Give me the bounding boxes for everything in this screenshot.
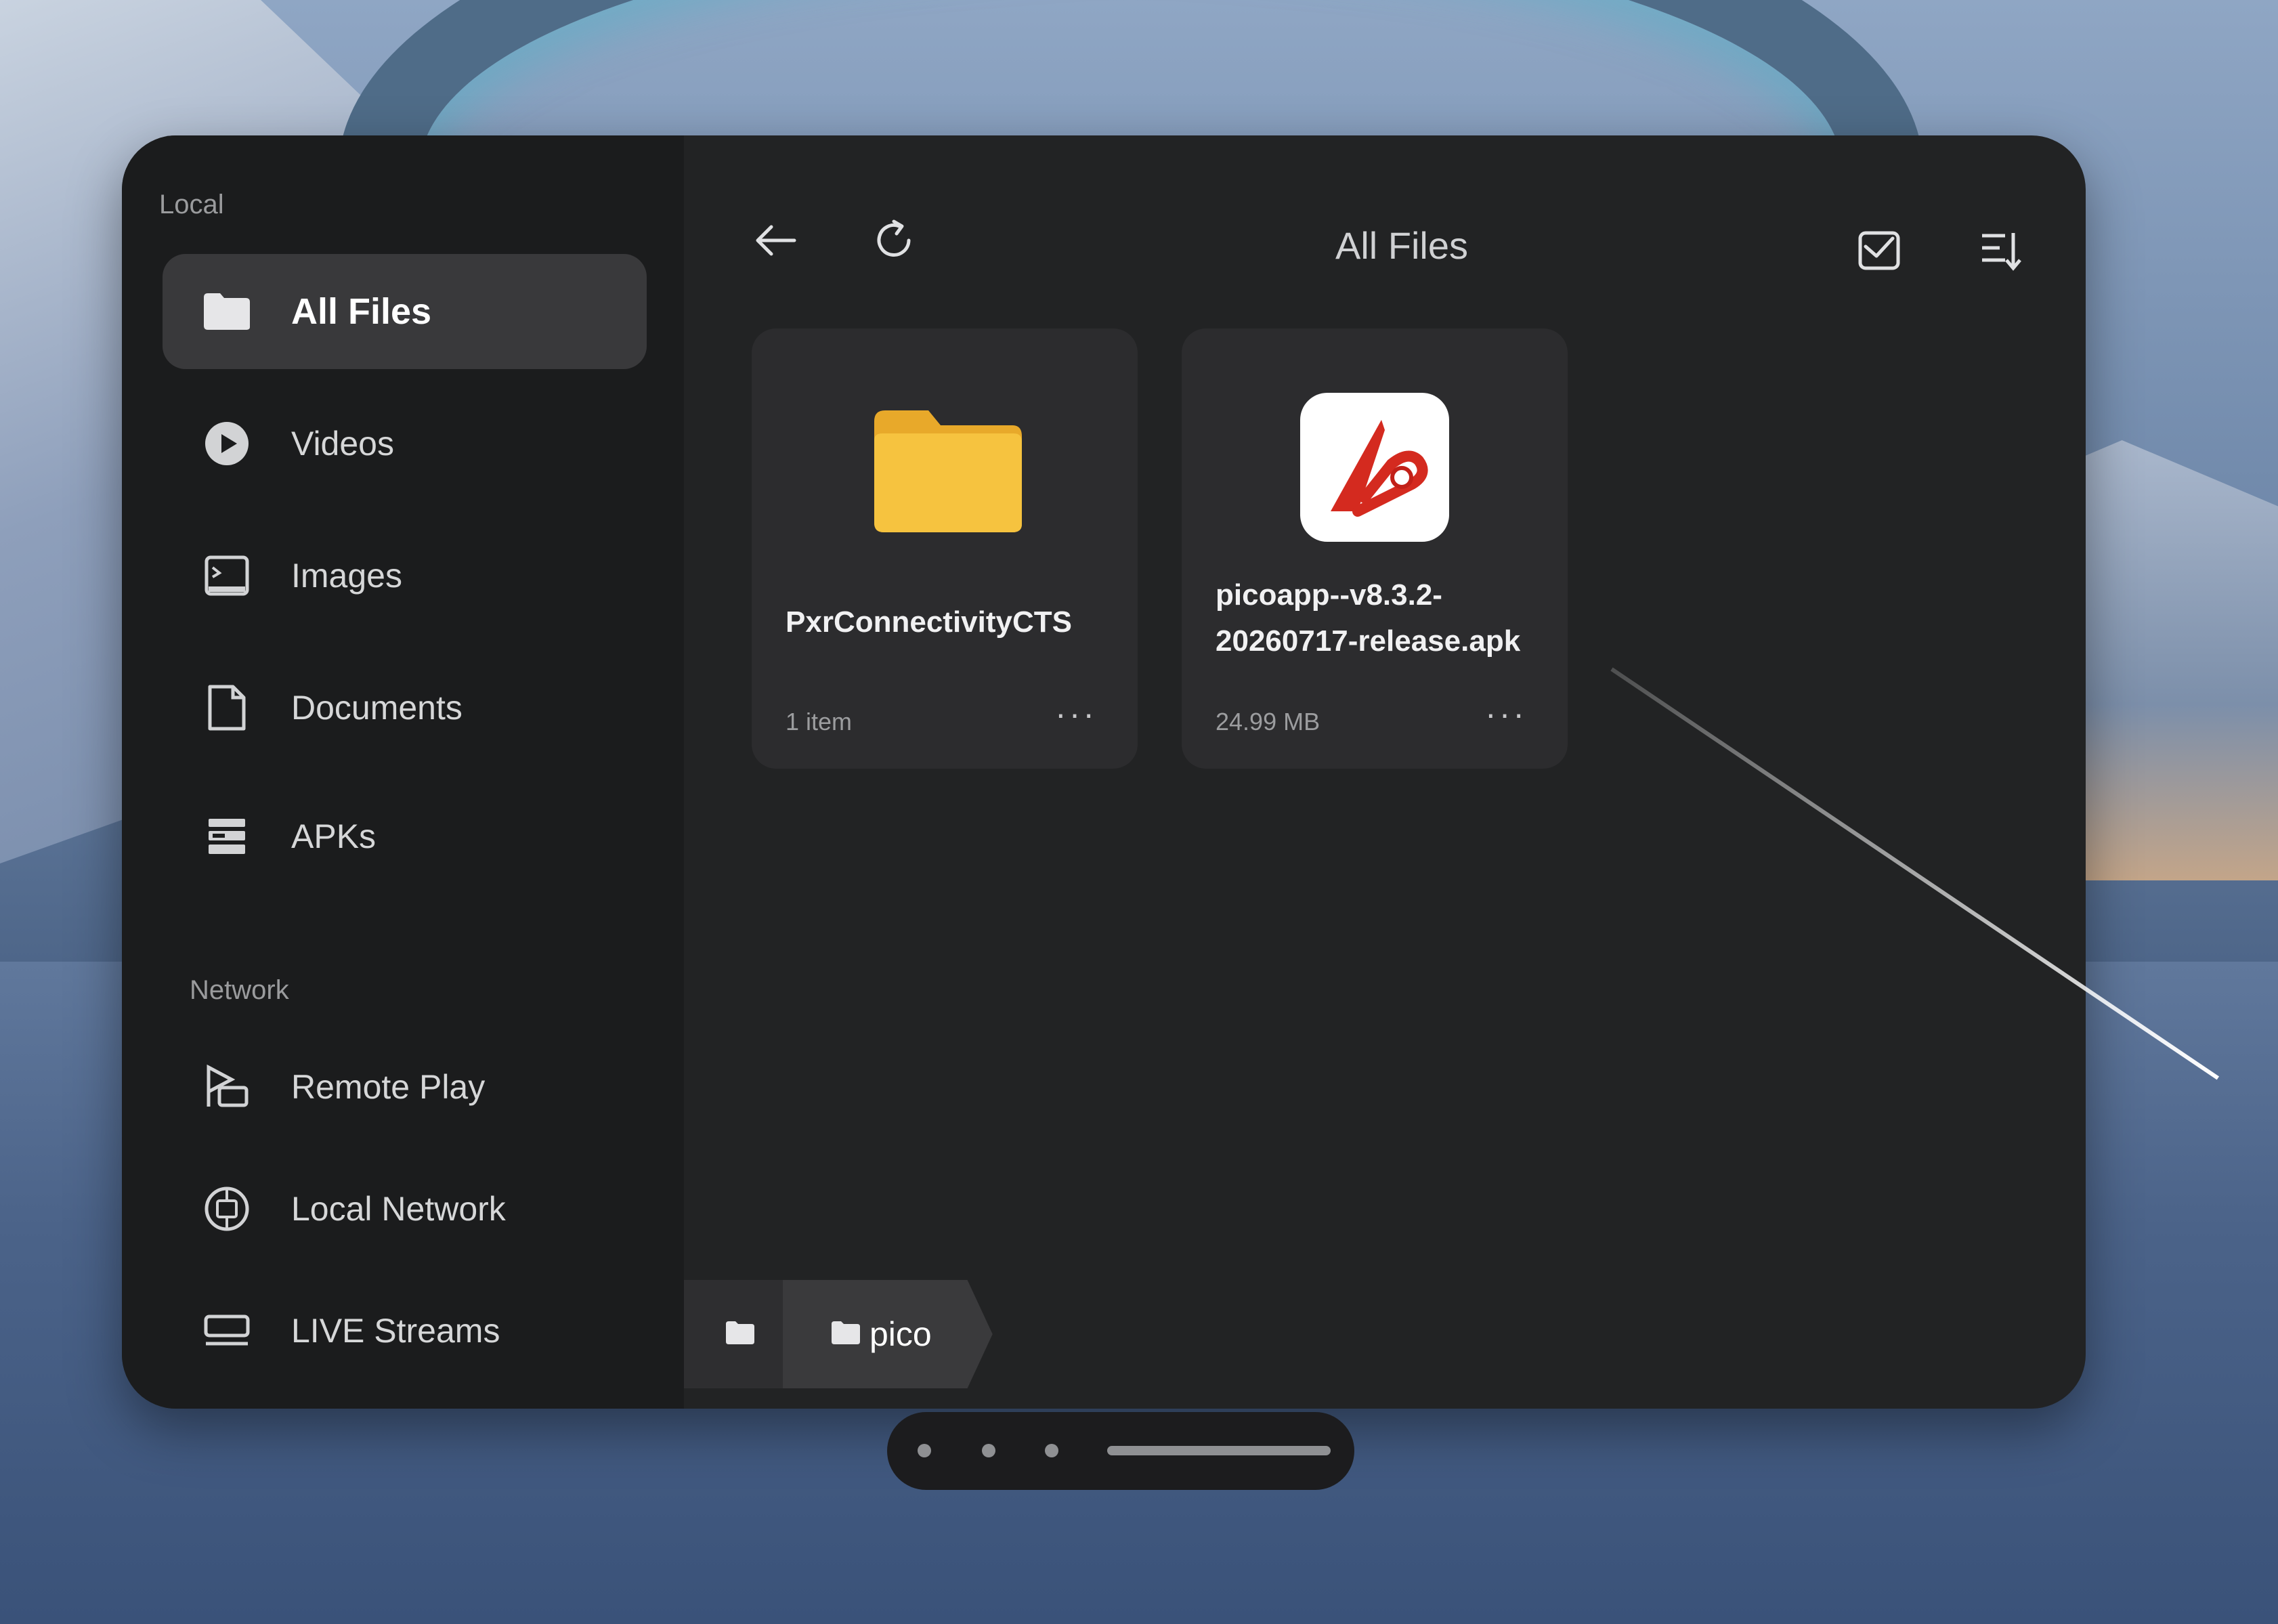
- sidebar-item-label: Local Network: [291, 1190, 506, 1228]
- refresh-icon[interactable]: [863, 210, 924, 271]
- arrow-left-icon[interactable]: [745, 210, 806, 271]
- folder-icon: [196, 281, 257, 342]
- file-card-folder[interactable]: PxrConnectivityCTS 1 item ···: [752, 328, 1138, 769]
- file-name: picoapp--v8.3.2-20260717-release.apk: [1216, 578, 1521, 658]
- local-network-icon: [196, 1178, 257, 1239]
- folder-icon: [870, 406, 1026, 538]
- sidebar-item-documents[interactable]: Documents: [163, 650, 647, 765]
- breadcrumb-label: pico: [869, 1315, 932, 1353]
- breadcrumb: pico: [684, 1280, 993, 1388]
- file-meta: 24.99 MB: [1216, 708, 1320, 735]
- image-icon: [196, 545, 257, 606]
- remote-play-icon: [196, 1056, 257, 1117]
- sidebar-item-local-network[interactable]: Local Network: [163, 1151, 647, 1266]
- document-icon: [196, 677, 257, 738]
- sidebar-item-label: Documents: [291, 689, 463, 727]
- section-label-network: Network: [190, 975, 289, 1005]
- file-name: PxrConnectivityCTS: [786, 605, 1072, 639]
- sidebar-item-images[interactable]: Images: [163, 518, 647, 633]
- sidebar-item-all-files[interactable]: All Files: [163, 254, 647, 369]
- folder-icon: [725, 1315, 756, 1354]
- page-title: All Files: [1335, 224, 1469, 267]
- sidebar-item-label: LIVE Streams: [291, 1312, 500, 1350]
- window-control-bar[interactable]: [887, 1412, 1354, 1490]
- pager-dot: [1045, 1444, 1058, 1457]
- select-mail-icon[interactable]: [1849, 220, 1910, 281]
- sidebar-item-apks[interactable]: APKs: [163, 779, 647, 894]
- sidebar: Local All Files Videos Images Documents: [122, 135, 684, 1409]
- breadcrumb-root[interactable]: [684, 1280, 796, 1388]
- play-circle-icon: [196, 413, 257, 474]
- breadcrumb-pico[interactable]: pico: [783, 1280, 993, 1388]
- live-streams-icon: [196, 1300, 257, 1361]
- file-meta: 1 item: [786, 708, 853, 735]
- sidebar-item-videos[interactable]: Videos: [163, 386, 647, 501]
- more-options-button[interactable]: ···: [1485, 694, 1527, 733]
- file-card-apk[interactable]: picoapp--v8.3.2-20260717-release.apk 24.…: [1182, 328, 1568, 769]
- apk-stack-icon: [196, 806, 257, 867]
- sidebar-item-label: Videos: [291, 425, 394, 463]
- section-label-local: Local: [159, 190, 224, 219]
- pager-dot: [982, 1444, 995, 1457]
- window-grab-handle[interactable]: [1107, 1446, 1331, 1455]
- sidebar-item-label: APKs: [291, 817, 377, 855]
- main-content: All Files PxrConnectivityCTS 1 item ··· …: [684, 135, 2086, 1409]
- more-options-button[interactable]: ···: [1055, 694, 1097, 733]
- folder-icon: [830, 1315, 861, 1354]
- pager-dot: [918, 1444, 931, 1457]
- sidebar-item-live-streams[interactable]: LIVE Streams: [163, 1273, 647, 1388]
- sidebar-item-remote-play[interactable]: Remote Play: [163, 1029, 647, 1145]
- sidebar-item-label: Remote Play: [291, 1068, 486, 1106]
- apk-app-icon: [1300, 393, 1449, 542]
- file-manager-window: Local All Files Videos Images Documents: [122, 135, 2086, 1409]
- sort-icon[interactable]: [1971, 220, 2032, 281]
- sidebar-item-label: All Files: [291, 291, 432, 332]
- sidebar-item-label: Images: [291, 557, 402, 595]
